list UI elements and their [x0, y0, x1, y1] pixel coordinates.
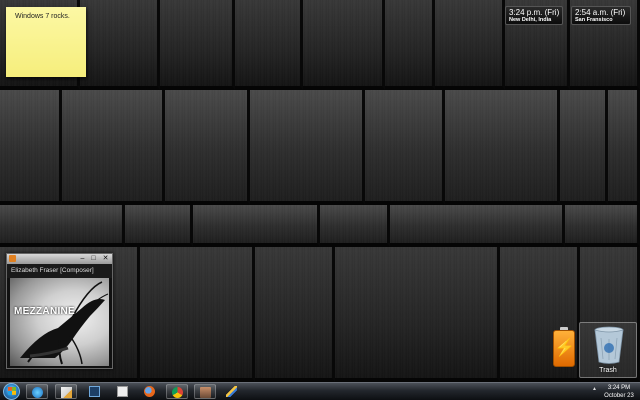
windows-logo-icon	[8, 387, 16, 395]
taskbar-paint[interactable]	[55, 384, 77, 399]
clock-time: 3:24 p.m. (Fri)	[509, 8, 560, 17]
taskbar-chrome[interactable]	[166, 384, 188, 399]
taskbar-contacts[interactable]	[194, 384, 216, 399]
taskbar-firefox[interactable]	[139, 384, 161, 399]
media-player-titlebar[interactable]: – □ ✕	[7, 254, 112, 264]
pen-tool-icon	[226, 386, 237, 397]
media-player-gadget[interactable]: – □ ✕ Elizabeth Fraser [Composer] MEZZAN…	[6, 253, 113, 369]
media-player-icon	[32, 387, 43, 398]
media-player-app-icon	[9, 255, 16, 262]
taskbar-photoshop[interactable]	[84, 384, 106, 399]
clock-gadget-new-delhi[interactable]: 3:24 p.m. (Fri) New Delhi, India	[505, 6, 563, 25]
close-button[interactable]: ✕	[100, 255, 111, 263]
taskbar-notepad[interactable]	[112, 384, 134, 399]
album-title: MEZZANINE	[14, 306, 76, 317]
minimize-button[interactable]: –	[77, 255, 88, 263]
restore-button[interactable]: □	[88, 255, 99, 263]
album-art-beetle-icon	[20, 281, 109, 365]
clock-time: 2:54 a.m. (Fri)	[575, 8, 626, 17]
album-art[interactable]: MEZZANINE	[10, 278, 109, 366]
clock-city: New Delhi, India	[509, 17, 552, 23]
notepad-icon	[117, 386, 128, 397]
chrome-icon	[172, 387, 183, 398]
trash-desktop-icon[interactable]: Trash	[579, 322, 637, 378]
trash-bin-icon	[594, 326, 624, 364]
show-hidden-icons-button[interactable]: ▲	[592, 386, 597, 392]
taskbar-media-player[interactable]	[26, 384, 48, 399]
wallpaper-row	[0, 205, 640, 247]
media-artist-label: Elizabeth Fraser [Composer]	[7, 264, 112, 278]
taskbar-clock-date: October 23	[604, 393, 634, 399]
clock-city: San Fransisco	[575, 17, 613, 23]
battery-icon[interactable]: ⚡	[553, 327, 576, 367]
taskbar: ▲ 3:24 PM October 23	[0, 382, 640, 400]
trash-label: Trash	[599, 367, 617, 374]
taskbar-clock[interactable]: 3:24 PM October 23	[600, 384, 638, 400]
start-button[interactable]	[3, 383, 20, 400]
sticky-note[interactable]: Windows 7 rocks.	[6, 7, 86, 77]
sticky-note-text[interactable]: Windows 7 rocks.	[15, 13, 70, 20]
taskbar-clock-time: 3:24 PM	[607, 385, 631, 391]
lightning-bolt-icon: ⚡	[554, 338, 576, 357]
photoshop-icon	[89, 386, 100, 397]
wallpaper-row	[0, 90, 640, 205]
taskbar-pen-tool[interactable]	[221, 384, 243, 399]
clock-gadget-san-francisco[interactable]: 2:54 a.m. (Fri) San Fransisco	[571, 6, 631, 25]
firefox-icon	[144, 386, 155, 397]
paint-icon	[61, 387, 72, 398]
contacts-icon	[200, 387, 211, 398]
